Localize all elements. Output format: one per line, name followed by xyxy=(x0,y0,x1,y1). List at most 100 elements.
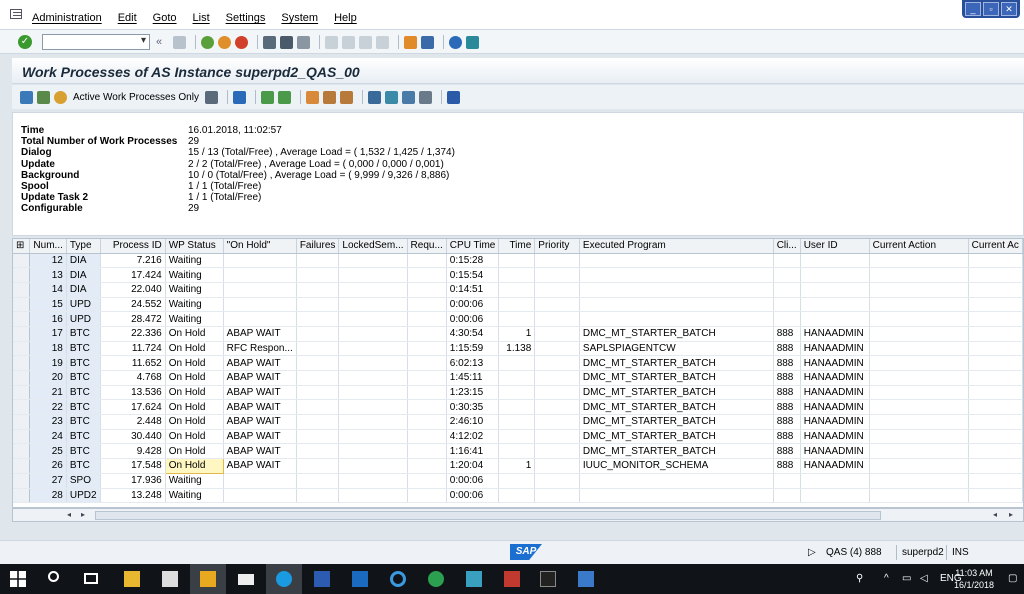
table-cell[interactable] xyxy=(407,399,447,416)
table-cell[interactable] xyxy=(968,341,1023,357)
table-cell[interactable] xyxy=(296,267,340,283)
table-cell[interactable]: 4:12:02 xyxy=(446,429,500,445)
table-cell[interactable]: 2.448 xyxy=(100,414,166,430)
column-header[interactable]: Requ... xyxy=(407,239,447,254)
table-cell[interactable]: 888 xyxy=(773,458,801,474)
table-cell[interactable]: Waiting xyxy=(165,297,224,313)
table-cell[interactable] xyxy=(407,370,447,386)
table-cell[interactable]: 0:00:06 xyxy=(446,297,500,313)
table-cell[interactable]: 4.768 xyxy=(100,370,166,386)
last-page-icon[interactable] xyxy=(376,35,389,49)
table-cell[interactable]: On Hold xyxy=(165,341,224,357)
column-header[interactable]: User ID xyxy=(800,239,870,254)
table-cell[interactable]: DMC_MT_STARTER_BATCH xyxy=(579,414,774,430)
prev-page-icon[interactable] xyxy=(342,35,355,49)
table-cell[interactable] xyxy=(407,473,447,489)
table-cell[interactable]: SPO xyxy=(66,473,101,489)
table-cell[interactable]: Waiting xyxy=(165,488,224,504)
table-cell[interactable] xyxy=(407,311,447,327)
table-cell[interactable] xyxy=(534,414,580,430)
table-cell[interactable]: 14 xyxy=(29,282,67,298)
table-cell[interactable]: 13.536 xyxy=(100,385,166,401)
table-cell[interactable] xyxy=(773,488,801,504)
table-cell[interactable] xyxy=(534,370,580,386)
table-cell[interactable] xyxy=(534,355,580,371)
exit-icon[interactable] xyxy=(218,35,231,49)
table-cell[interactable] xyxy=(579,253,774,269)
table-cell[interactable]: 23 xyxy=(29,414,67,430)
column-header[interactable]: Type xyxy=(66,239,101,254)
row-selector[interactable] xyxy=(13,443,31,460)
column-header[interactable]: Current Action xyxy=(869,239,969,254)
table-cell[interactable]: ABAP WAIT xyxy=(223,355,297,371)
row-selector[interactable] xyxy=(13,282,31,298)
table-cell[interactable] xyxy=(534,297,580,313)
status-expand-icon[interactable]: ▷ xyxy=(808,547,816,558)
taskbar-terminal[interactable] xyxy=(530,564,566,594)
table-cell[interactable] xyxy=(534,341,580,357)
table-cell[interactable]: 22.336 xyxy=(100,326,166,342)
table-cell[interactable]: 17 xyxy=(29,326,67,342)
table-cell[interactable]: 9.428 xyxy=(100,443,166,460)
table-cell[interactable] xyxy=(773,253,801,269)
table-cell[interactable]: 888 xyxy=(773,370,801,386)
table-cell[interactable] xyxy=(296,355,340,371)
first-page-icon[interactable] xyxy=(325,35,338,49)
table-cell[interactable] xyxy=(407,297,447,313)
table-cell[interactable]: 0:00:06 xyxy=(446,311,500,327)
table-cell[interactable] xyxy=(498,355,536,371)
table-cell[interactable] xyxy=(338,385,408,401)
table-cell[interactable]: 15 xyxy=(29,297,67,313)
table-cell[interactable]: 0:00:06 xyxy=(446,488,500,504)
table-cell[interactable]: 0:14:51 xyxy=(446,282,500,298)
table-cell[interactable]: DMC_MT_STARTER_BATCH xyxy=(579,370,774,386)
table-cell[interactable]: 1:16:41 xyxy=(446,443,500,460)
table-cell[interactable]: IUUC_MONITOR_SCHEMA xyxy=(579,458,774,474)
table-cell[interactable] xyxy=(869,488,969,504)
table-cell[interactable]: 0:15:28 xyxy=(446,253,500,269)
table-cell[interactable] xyxy=(296,458,340,474)
taskbar-app3[interactable] xyxy=(494,564,530,594)
table-cell[interactable]: On Hold xyxy=(164,458,224,474)
table-cell[interactable] xyxy=(869,399,969,416)
table-cell[interactable] xyxy=(968,443,1023,460)
column-header[interactable]: CPU Time xyxy=(446,239,500,254)
column-header[interactable]: Num... xyxy=(29,239,67,254)
column-header[interactable]: WP Status xyxy=(165,239,224,254)
table-cell[interactable] xyxy=(800,311,870,327)
volume-icon[interactable]: ◁ xyxy=(920,573,928,584)
table-cell[interactable] xyxy=(296,253,340,269)
table-row[interactable]: 22 BTC 17.624 On Hold ABAP WAIT 0:30:35 DMC_MT… xyxy=(13,399,1023,416)
taskbar-skype[interactable] xyxy=(266,564,302,594)
table-row[interactable]: 26 BTC 17.548 On Hold ABAP WAIT 1:20:04 1 IUUC_… xyxy=(13,458,1023,474)
table-cell[interactable] xyxy=(338,341,408,357)
table-row[interactable]: 13 DIA 17.424 Waiting 0:15:54 xyxy=(13,267,1023,283)
help-icon[interactable] xyxy=(449,35,462,49)
table-cell[interactable]: HANAADMIN xyxy=(800,355,870,371)
table-row[interactable]: 20 BTC 4.768 On Hold ABAP WAIT 1:45:11 DMC_MT_… xyxy=(13,370,1023,386)
table-cell[interactable]: 27 xyxy=(29,473,67,489)
scroll-right-end-icon[interactable]: ▸ xyxy=(1009,510,1013,519)
table-cell[interactable]: UPD2 xyxy=(66,488,101,504)
table-cell[interactable]: 11.652 xyxy=(100,355,166,371)
table-cell[interactable]: 7.216 xyxy=(100,253,166,269)
window-menu-icon[interactable] xyxy=(10,9,22,19)
table-cell[interactable]: HANAADMIN xyxy=(800,414,870,430)
filter-icon[interactable] xyxy=(232,90,246,104)
table-cell[interactable] xyxy=(407,385,447,401)
table-cell[interactable]: 28.472 xyxy=(100,311,166,327)
table-cell[interactable]: UPD xyxy=(66,297,101,313)
details-icon[interactable] xyxy=(37,90,50,104)
table-cell[interactable]: Waiting xyxy=(165,267,224,283)
table-cell[interactable] xyxy=(968,311,1023,327)
table-cell[interactable]: HANAADMIN xyxy=(800,399,870,416)
table-cell[interactable] xyxy=(296,282,340,298)
table-cell[interactable] xyxy=(338,267,408,283)
row-selector[interactable] xyxy=(13,253,31,269)
menu-item-administration[interactable]: Administration xyxy=(32,12,102,24)
table-row[interactable]: 14 DIA 22.040 Waiting 0:14:51 xyxy=(13,282,1023,298)
document-icon[interactable] xyxy=(418,90,432,104)
table-cell[interactable]: 30.440 xyxy=(100,429,166,445)
table-cell[interactable] xyxy=(338,488,408,504)
menu-item-goto[interactable]: Goto xyxy=(153,12,177,24)
